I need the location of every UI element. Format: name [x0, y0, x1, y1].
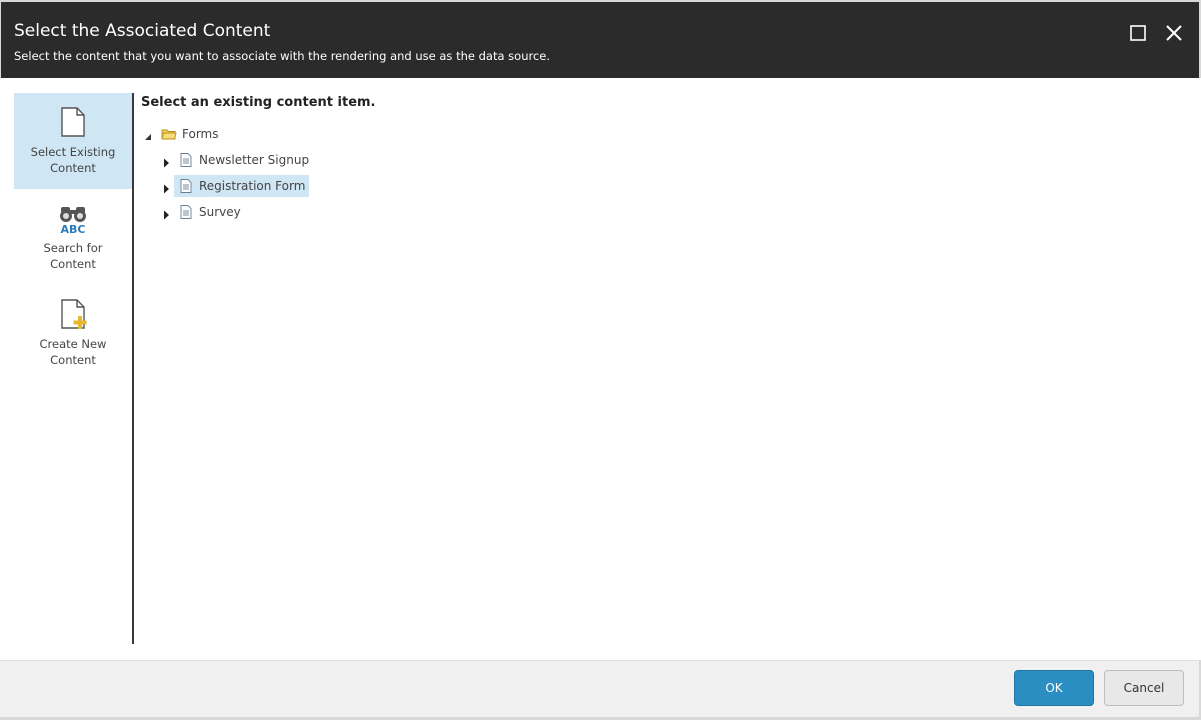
document-add-icon	[61, 299, 87, 329]
tree-row: Newsletter Signup	[161, 149, 313, 171]
ok-button[interactable]: OK	[1014, 670, 1094, 706]
form-document-icon	[180, 179, 192, 193]
tree-node-label: Forms	[182, 127, 219, 141]
cancel-button[interactable]: Cancel	[1104, 670, 1184, 706]
form-document-icon	[180, 153, 192, 167]
close-button[interactable]	[1163, 22, 1185, 44]
expand-triangle-icon[interactable]	[161, 154, 173, 168]
tree-row: Survey	[161, 201, 245, 223]
tree-node-label: Registration Form	[199, 179, 306, 193]
content-source-sidebar: Select Existing Content ABC Search for C…	[14, 93, 132, 644]
document-icon	[61, 107, 85, 137]
tree-node-forms[interactable]: Forms	[155, 123, 222, 145]
expand-triangle-icon[interactable]	[161, 206, 173, 220]
expand-triangle-icon[interactable]	[161, 180, 173, 194]
content-heading: Select an existing content item.	[141, 95, 376, 110]
tree-node-newsletter-signup[interactable]: Newsletter Signup	[174, 149, 313, 171]
maximize-button[interactable]	[1127, 22, 1149, 44]
dialog-footer: OK Cancel	[0, 660, 1201, 720]
select-associated-content-dialog: Select the Associated Content Select the…	[0, 0, 1201, 720]
dialog-subtitle: Select the content that you want to asso…	[14, 49, 551, 63]
dialog-header: Select the Associated Content Select the…	[0, 0, 1201, 78]
sidebar-item-select-existing[interactable]: Select Existing Content	[14, 93, 132, 189]
sidebar-item-create-new[interactable]: Create New Content	[14, 285, 132, 381]
tree-node-label: Survey	[199, 205, 241, 219]
binoculars-abc-icon: ABC	[60, 207, 86, 235]
dialog-title: Select the Associated Content	[14, 21, 271, 41]
tree-row-root: Forms	[143, 123, 222, 145]
form-document-icon	[180, 205, 192, 219]
sidebar-divider	[132, 93, 134, 644]
folder-icon	[161, 129, 177, 140]
tree-row: Registration Form	[161, 175, 310, 197]
tree-node-survey[interactable]: Survey	[174, 201, 245, 223]
sidebar-item-label: Search for Content	[43, 241, 103, 271]
sidebar-item-search[interactable]: ABC Search for Content	[14, 189, 132, 285]
maximize-icon	[1130, 25, 1146, 41]
close-icon	[1166, 25, 1182, 41]
sidebar-item-label: Create New Content	[39, 337, 107, 367]
collapse-triangle-icon[interactable]	[143, 128, 155, 140]
svg-text:ABC: ABC	[61, 223, 86, 235]
tree-node-label: Newsletter Signup	[199, 153, 310, 167]
sidebar-item-label: Select Existing Content	[30, 145, 116, 175]
tree-node-registration-form[interactable]: Registration Form	[174, 175, 310, 197]
